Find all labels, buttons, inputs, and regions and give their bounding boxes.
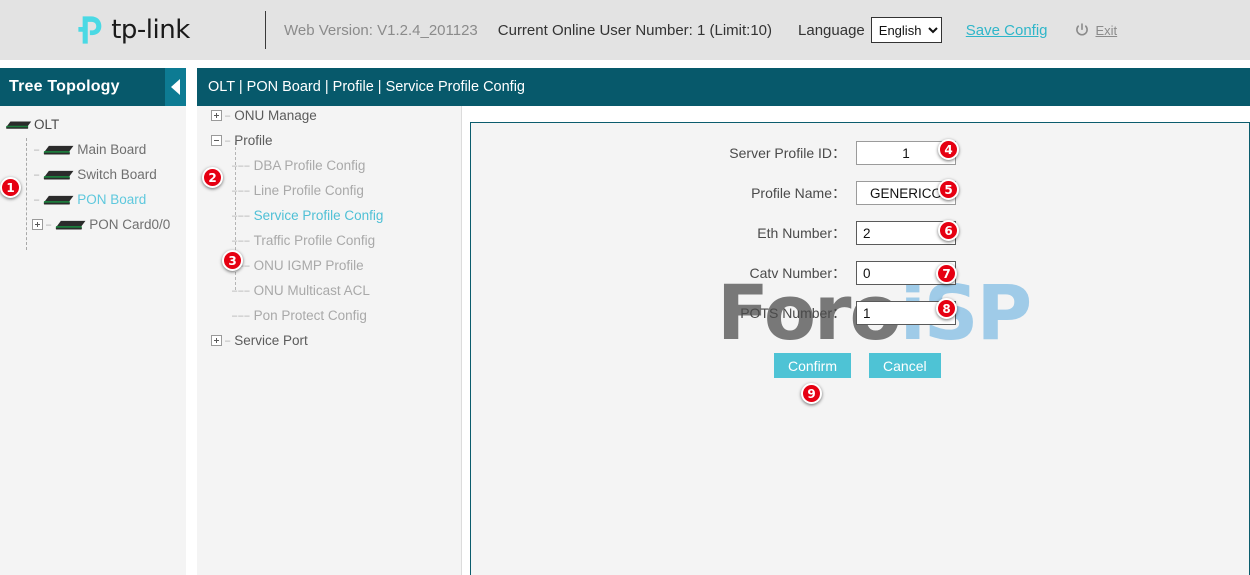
label-catv-number: Catv Number： — [471, 263, 856, 283]
form-row-pots-number: POTS Number：012 — [471, 301, 1250, 325]
label-eth-number: Eth Number： — [471, 223, 856, 243]
tree-node-pon-card0-0[interactable]: – PON Card0/0 — [0, 212, 186, 237]
tree-topology-title: Tree Topology — [0, 78, 120, 96]
tree-node-label: PON Card0/0 — [89, 217, 170, 232]
annotation-badge-9: 9 — [801, 383, 822, 404]
power-icon — [1074, 22, 1090, 38]
form-row-eth-number: Eth Number：01234 — [471, 221, 1250, 245]
exit-label: Exit — [1096, 23, 1118, 38]
online-user-count-text: Current Online User Number: 1 (Limit:10) — [498, 22, 772, 39]
confirm-button[interactable]: Confirm — [774, 353, 851, 378]
annotation-badge-1: 1 — [0, 177, 21, 198]
tree-topology-body: OLT – Main Board – Switch Board – PON Board – PO… — [0, 106, 186, 237]
tree-dash: – — [33, 143, 40, 157]
tree-node-main-board[interactable]: – Main Board — [0, 137, 186, 162]
service-profile-form-panel: Foro iSP Server Profile ID：Profile Name：… — [470, 122, 1250, 575]
main-content-area: OLT | PON Board | Profile | Service Prof… — [197, 68, 1250, 575]
annotation-badge-6: 6 — [938, 220, 959, 241]
expand-plus-icon[interactable] — [32, 219, 43, 230]
tree-node-label: OLT — [34, 117, 59, 132]
annotation-badge-2: 2 — [202, 167, 223, 188]
tp-link-logo-icon — [75, 13, 109, 47]
tree-node-label: PON Board — [77, 192, 146, 207]
exit-button[interactable]: Exit — [1074, 22, 1118, 38]
tree-dash: – — [33, 193, 40, 207]
web-version-text: Web Version: V1.2.4_201123 — [284, 22, 478, 39]
tree-topology-header: Tree Topology — [0, 68, 186, 106]
tree-dash: – — [33, 168, 40, 182]
label-pots-number: POTS Number： — [471, 303, 856, 323]
tree-node-label: Main Board — [77, 142, 146, 157]
annotation-badge-7: 7 — [936, 263, 957, 284]
save-config-link[interactable]: Save Config — [966, 22, 1048, 39]
language-select[interactable]: English — [871, 17, 942, 43]
brand-logo-text: tp-link — [111, 15, 190, 45]
cancel-button[interactable]: Cancel — [869, 353, 941, 378]
tree-dash: – — [45, 218, 52, 232]
chevron-left-icon[interactable] — [165, 68, 186, 106]
language-label: Language — [798, 22, 865, 39]
breadcrumb: OLT | PON Board | Profile | Service Prof… — [197, 79, 525, 95]
tree-node-pon-board[interactable]: – PON Board — [0, 187, 186, 212]
annotation-badge-5: 5 — [938, 179, 959, 200]
tree-node-switch-board[interactable]: – Switch Board — [0, 162, 186, 187]
label-server-profile-id: Server Profile ID： — [471, 143, 856, 163]
annotation-badge-3: 3 — [222, 250, 243, 271]
form-row-server-profile-id: Server Profile ID： — [471, 141, 1250, 165]
top-header: tp-link Web Version: V1.2.4_201123 Curre… — [0, 0, 1250, 60]
annotation-badge-4: 4 — [938, 139, 959, 160]
form-row-profile-name: Profile Name： — [471, 181, 1250, 205]
breadcrumb-bar: OLT | PON Board | Profile | Service Prof… — [197, 68, 1250, 106]
header-divider — [265, 11, 266, 49]
brand-logo[interactable]: tp-link — [0, 0, 265, 60]
tree-node-label: Switch Board — [77, 167, 157, 182]
annotation-badge-8: 8 — [936, 298, 957, 319]
label-profile-name: Profile Name： — [471, 183, 856, 203]
form-row-catv-number: Catv Number：01 — [471, 261, 1250, 285]
tree-node-olt[interactable]: OLT — [0, 112, 186, 137]
form-button-row: Confirm Cancel — [774, 353, 941, 378]
tree-topology-panel: Tree Topology OLT – Main Board – Switch Boar… — [0, 68, 186, 575]
